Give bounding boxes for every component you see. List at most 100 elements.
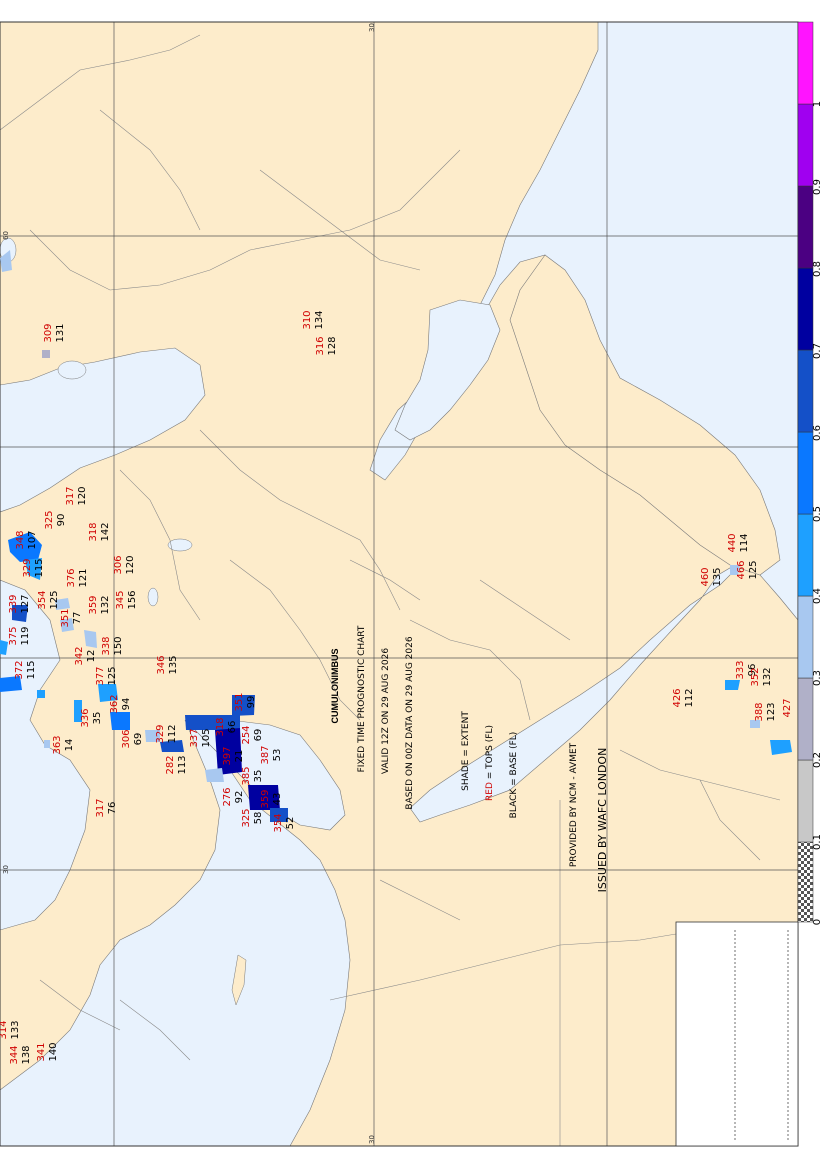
- cell-top-label: 333: [735, 660, 746, 679]
- cell-top-label: 306: [121, 729, 132, 748]
- cell-base-label: 69: [133, 733, 144, 746]
- legend-tick-label: 0.4: [812, 588, 823, 604]
- cell-base-label: 132: [762, 667, 773, 686]
- cell-top-label: 338: [101, 636, 112, 655]
- cell-top-label: 310: [302, 310, 313, 329]
- svg-text:BLACK = BASE (FL): BLACK = BASE (FL): [509, 732, 519, 819]
- legend-tick-label: 1: [812, 101, 823, 107]
- cell-base-label: 43: [272, 793, 283, 806]
- cell-top-label: 325: [241, 808, 252, 827]
- legend-bin-4: [797, 513, 814, 597]
- cell-base-label: 133: [10, 1020, 21, 1039]
- cell-base-label: 52: [285, 817, 296, 830]
- cell-top-label: 466: [736, 560, 747, 579]
- svg-text:RED = TOPS (FL): RED = TOPS (FL): [485, 725, 495, 801]
- cell-base-label: 112: [684, 688, 695, 707]
- cell-base-label: 58: [253, 812, 264, 825]
- cell-top-label: 254: [241, 725, 252, 744]
- cell-top-label: 346: [156, 655, 167, 674]
- legend-bin-1: [797, 759, 814, 843]
- cell-base-label: 53: [272, 749, 283, 762]
- cell-top-label: 314: [0, 1020, 9, 1039]
- cell-base-label: 135: [712, 567, 723, 586]
- svg-text:BASED ON 00Z DATA ON 29 AUG 20: BASED ON 00Z DATA ON 29 AUG 2026: [405, 636, 415, 809]
- cell-top-label: 342: [74, 646, 85, 665]
- cell-top-label: 337: [189, 728, 200, 747]
- cell-base-label: 14: [64, 739, 75, 752]
- cell-top-label: 372: [14, 660, 25, 679]
- issuer: ISSUED BY WAFC LONDON: [596, 748, 609, 893]
- cell-top-label: 375: [8, 626, 19, 645]
- cell-base-label: 142: [100, 522, 111, 541]
- cell-base-label: 119: [20, 626, 31, 645]
- cell-base-label: 120: [77, 486, 88, 505]
- cell-base-label: 125: [49, 590, 60, 609]
- cell-base-label: 90: [56, 514, 67, 527]
- cell-base-label: 134: [314, 310, 325, 329]
- cell-top-label: 460: [700, 567, 711, 586]
- chart-title: CUMULONIMBUS: [330, 649, 340, 724]
- cell-base-label: 12: [86, 650, 97, 663]
- cell-top-label: 317: [95, 798, 106, 817]
- cell-top-label: 282: [165, 755, 176, 774]
- svg-text:FIXED TIME PROGNOSTIC CHART: FIXED TIME PROGNOSTIC CHART: [357, 625, 367, 772]
- legend-tick-label: 0.3: [812, 670, 823, 686]
- cell-top-label: 397: [222, 746, 233, 765]
- svg-text:30: 30: [2, 865, 10, 874]
- cell-base-label: 69: [253, 729, 264, 742]
- legend-bin-5: [797, 431, 814, 515]
- cell-base-label: 115: [26, 660, 37, 679]
- cell-base-label: 99: [246, 696, 257, 709]
- svg-text:30: 30: [368, 23, 376, 32]
- cell-top-label: 385: [241, 766, 252, 785]
- lake: [147, 587, 159, 607]
- cell-base-label: 94: [121, 698, 132, 711]
- cell-base-label: 112: [167, 724, 178, 743]
- cell-top-label: 359: [260, 789, 271, 808]
- legend-tick-label: 0.6: [812, 425, 823, 441]
- cell-base-label: 35: [92, 712, 103, 725]
- cell-top-label: 348: [15, 530, 26, 549]
- legend-bin-2: [797, 677, 814, 761]
- legend-tick-label: 0.7: [812, 343, 823, 359]
- cell-top-label: 336: [80, 708, 91, 727]
- cell-base-label: 92: [234, 791, 245, 804]
- cell-top-label: 376: [66, 568, 77, 587]
- cell-base-label: 120: [125, 555, 136, 574]
- cell-top-label: 377: [95, 666, 106, 685]
- cell-base-label: 113: [177, 755, 188, 774]
- cell-top-label: 329: [22, 558, 33, 577]
- cell-top-label: 354: [273, 813, 284, 832]
- cell-base-label: 140: [48, 1042, 59, 1061]
- cell-base-label: 105: [201, 728, 212, 747]
- legend-tick-label: 0.2: [812, 752, 823, 768]
- cell-top-label: 316: [315, 336, 326, 355]
- cell-base-label: 77: [72, 612, 83, 625]
- cell-top-label: 317: [65, 486, 76, 505]
- svg-text:30: 30: [368, 1135, 376, 1144]
- legend-bin-6: [797, 349, 814, 433]
- cell-base-label: 156: [127, 590, 138, 609]
- cell-top-label: 325: [44, 510, 55, 529]
- cell-top-label: 388: [754, 702, 765, 721]
- cell-top-label: 362: [109, 694, 120, 713]
- legend-bin-10: [797, 21, 814, 105]
- cb-chart-map: 30 60 30 30 310 134316 128309 131317 120…: [0, 21, 823, 1147]
- cell-base-label: 123: [766, 702, 777, 721]
- cell-base-label: 125: [748, 560, 759, 579]
- svg-text:SHADE = EXTENT: SHADE = EXTENT: [461, 711, 471, 791]
- svg-text:VALID 12Z ON 29 AUG 2026: VALID 12Z ON 29 AUG 2026: [381, 648, 391, 774]
- lake: [57, 360, 87, 380]
- legend-tick-label: 0.1: [812, 834, 823, 850]
- cell-base-label: 150: [113, 636, 124, 655]
- cell-top-label: 387: [260, 745, 271, 764]
- legend-bin-8: [797, 185, 814, 269]
- cell-base-label: 138: [21, 1045, 32, 1064]
- legend-tick-label: 0.5: [812, 506, 823, 522]
- cell-base-label: 114: [739, 533, 750, 552]
- cell-base-label: 127: [20, 594, 31, 613]
- cell-top-label: 309: [43, 323, 54, 342]
- cell-top-label: 440: [727, 533, 738, 552]
- cell-top-label: 354: [37, 590, 48, 609]
- legend-tick-label: 0.8: [812, 261, 823, 277]
